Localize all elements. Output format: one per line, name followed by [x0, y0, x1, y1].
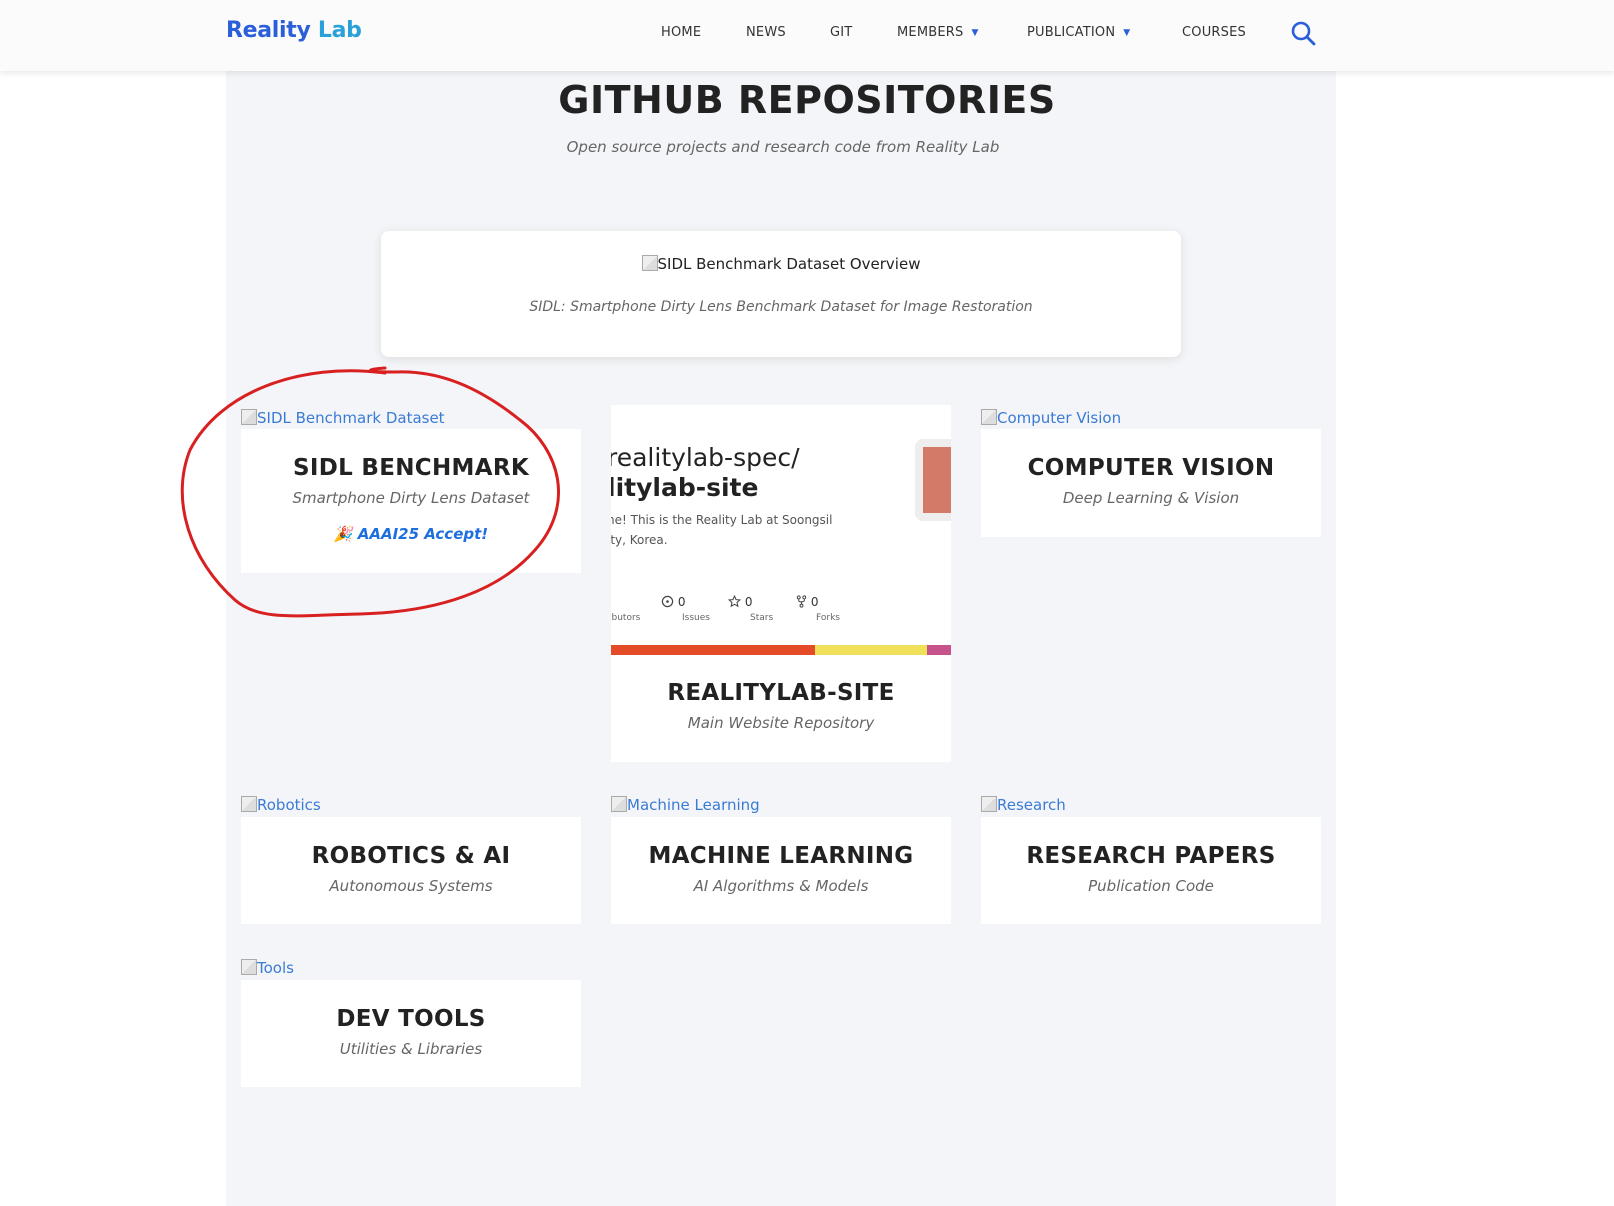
- repo-title: RESEARCH PAPERS: [1026, 843, 1276, 869]
- page-subtitle: Open source projects and research code f…: [566, 138, 1000, 156]
- broken-image-icon: [981, 409, 997, 425]
- broken-image-icon: [241, 959, 257, 975]
- gh-contributors-label: ibutors: [611, 613, 641, 623]
- repo-subtitle: Utilities & Libraries: [339, 1040, 483, 1058]
- gh-issues-count: 0: [677, 595, 686, 609]
- ml-image-alt: Machine Learning: [627, 796, 760, 814]
- search-icon[interactable]: [1290, 20, 1316, 46]
- repo-subtitle: Deep Learning & Vision: [1062, 489, 1240, 507]
- repo-subtitle: Smartphone Dirty Lens Dataset: [292, 489, 530, 507]
- caret-down-icon: ▼: [971, 28, 979, 38]
- robotics-image-alt: Robotics: [257, 796, 321, 814]
- repo-subtitle: Publication Code: [1088, 877, 1214, 895]
- nav-git[interactable]: GIT: [830, 25, 852, 40]
- gh-stars-label: Stars: [750, 613, 774, 623]
- repo-card-research-papers[interactable]: RESEARCH PAPERS Publication Code: [981, 817, 1321, 924]
- gh-description-line2: ity, Korea.: [611, 533, 668, 547]
- main-nav: HOME NEWS GIT MEMBERS ▼ PUBLICATION ▼ COUR…: [0, 25, 1614, 45]
- research-image-alt: Research: [997, 796, 1066, 814]
- gh-forks-count: 0: [810, 595, 819, 609]
- gh-language-segment: [927, 645, 951, 655]
- issue-icon: [661, 595, 674, 608]
- repo-title: DEV TOOLS: [336, 1006, 486, 1032]
- gh-description-line1: ne! This is the Reality Lab at Soongsil: [611, 513, 833, 527]
- tools-image[interactable]: Tools: [241, 959, 294, 977]
- sidl-image-alt: SIDL Benchmark Dataset: [257, 409, 445, 427]
- broken-image-icon: [981, 796, 997, 812]
- repo-subtitle: Main Website Repository: [687, 714, 875, 732]
- caret-down-icon: ▼: [1123, 28, 1131, 38]
- gh-issues-stat: 0: [661, 595, 685, 609]
- page-title: GITHUB REPOSITORIES: [558, 78, 1056, 122]
- nav-news[interactable]: NEWS: [746, 25, 786, 40]
- repo-title: SIDL BENCHMARK: [293, 455, 529, 481]
- gh-language-segment: [815, 645, 928, 655]
- nav-home[interactable]: HOME: [661, 25, 701, 40]
- broken-image-icon: [241, 796, 257, 812]
- repo-subtitle: AI Algorithms & Models: [693, 877, 869, 895]
- accept-badge[interactable]: 🎉 AAAI25 Accept!: [241, 525, 581, 543]
- repo-title: COMPUTER VISION: [1027, 455, 1275, 481]
- repo-card-robotics[interactable]: ROBOTICS & AI Autonomous Systems: [241, 817, 581, 924]
- feature-image: SIDL Benchmark Dataset Overview: [381, 255, 1181, 273]
- broken-image-icon: [241, 409, 257, 425]
- repo-subtitle: Autonomous Systems: [329, 877, 493, 895]
- feature-caption: SIDL: Smartphone Dirty Lens Benchmark Da…: [529, 299, 1033, 315]
- repo-card-dev-tools[interactable]: DEV TOOLS Utilities & Libraries: [241, 980, 581, 1087]
- feature-image-alt: SIDL Benchmark Dataset Overview: [657, 255, 921, 273]
- repo-card-machine-learning[interactable]: MACHINE LEARNING AI Algorithms & Models: [611, 817, 951, 924]
- tools-image-alt: Tools: [257, 959, 294, 977]
- ml-image[interactable]: Machine Learning: [611, 796, 760, 814]
- gh-stars-stat: 0: [727, 594, 753, 609]
- site-header: Reality Lab HOME NEWS GIT MEMBERS ▼ PUBLI…: [0, 0, 1614, 71]
- nav-publication-label: PUBLICATION: [1027, 25, 1116, 40]
- sidl-image[interactable]: SIDL Benchmark Dataset: [241, 409, 445, 427]
- gh-avatar-logo: [923, 447, 951, 513]
- nav-members[interactable]: MEMBERS ▼: [897, 25, 979, 40]
- gh-stars-count: 0: [744, 595, 753, 609]
- github-preview-image[interactable]: realitylab-spec/ litylab-site ne! This i…: [611, 405, 951, 655]
- gh-repo-name: litylab-site: [611, 473, 759, 502]
- repo-title: REALITYLAB-SITE: [667, 680, 895, 706]
- broken-image-icon: [611, 796, 627, 812]
- gh-repo-owner: realitylab-spec/: [611, 443, 800, 472]
- robotics-image[interactable]: Robotics: [241, 796, 321, 814]
- gh-issues-label: Issues: [682, 613, 710, 623]
- nav-courses[interactable]: COURSES: [1182, 25, 1246, 40]
- fork-icon: [796, 595, 807, 608]
- gh-language-bar: [611, 645, 951, 655]
- repo-title: MACHINE LEARNING: [648, 843, 914, 869]
- feature-card: SIDL Benchmark Dataset Overview SIDL: Sm…: [381, 231, 1181, 357]
- repo-title: ROBOTICS & AI: [311, 843, 511, 869]
- cv-image[interactable]: Computer Vision: [981, 409, 1121, 427]
- repo-card-computer-vision[interactable]: COMPUTER VISION Deep Learning & Vision: [981, 429, 1321, 537]
- broken-image-icon: [641, 255, 658, 271]
- nav-publication[interactable]: PUBLICATION ▼: [1027, 25, 1130, 40]
- star-icon: [727, 594, 742, 608]
- gh-avatar: [915, 439, 951, 521]
- research-image[interactable]: Research: [981, 796, 1066, 814]
- gh-forks-label: Forks: [816, 613, 840, 623]
- repo-card-sidl[interactable]: SIDL BENCHMARK Smartphone Dirty Lens Dat…: [241, 429, 581, 573]
- gh-language-segment: [611, 645, 815, 655]
- cv-image-alt: Computer Vision: [997, 409, 1122, 427]
- nav-members-label: MEMBERS: [897, 25, 964, 40]
- gh-forks-stat: 0: [796, 595, 818, 609]
